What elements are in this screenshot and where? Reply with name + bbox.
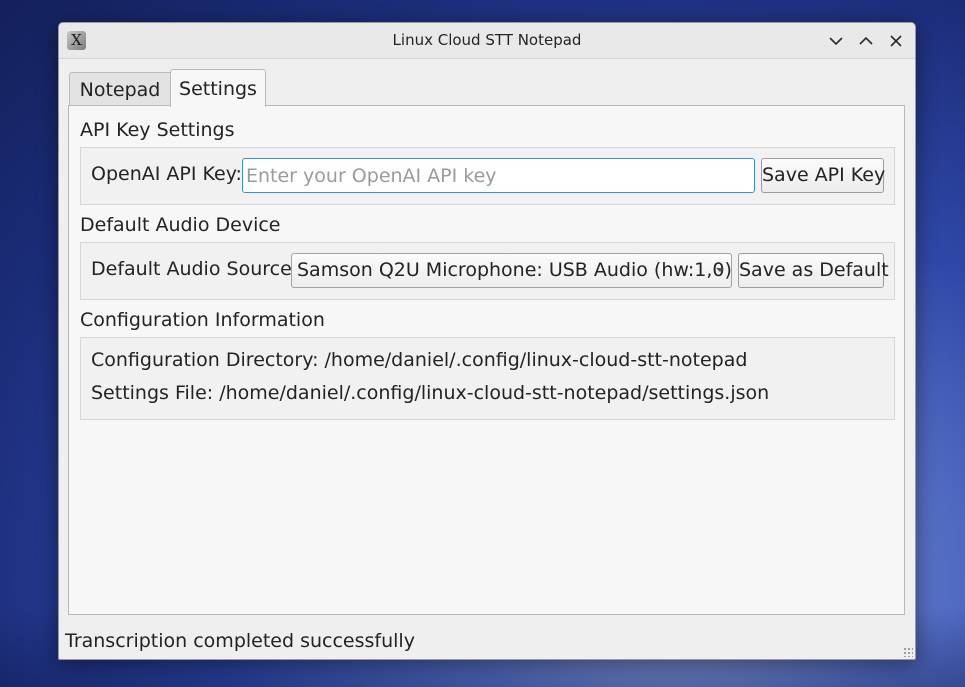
maximize-button[interactable]	[854, 29, 878, 53]
window-title: Linux Cloud STT Notepad	[392, 31, 582, 49]
chevron-up-icon	[859, 36, 873, 45]
settings-pane: API Key Settings OpenAI API Key: Save AP…	[68, 105, 905, 615]
tab-settings[interactable]: Settings	[170, 69, 266, 107]
api-key-label: OpenAI API Key:	[91, 163, 242, 185]
audio-source-value: Samson Q2U Microphone: USB Audio (hw:1,0…	[297, 259, 732, 281]
status-message: Transcription completed successfully	[65, 630, 415, 652]
tab-notepad[interactable]: Notepad	[69, 72, 171, 106]
chevron-down-icon	[829, 37, 843, 46]
settings-file-text: Settings File: /home/daniel/.config/linu…	[91, 382, 770, 404]
minimize-button[interactable]	[824, 29, 848, 53]
audio-source-label: Default Audio Source:	[91, 258, 299, 280]
status-bar: Transcription completed successfully	[59, 623, 915, 659]
audio-source-select[interactable]: Samson Q2U Microphone: USB Audio (hw:1,0…	[291, 253, 732, 288]
api-section-title: API Key Settings	[80, 119, 235, 141]
app-icon: X	[67, 31, 86, 50]
config-directory-text: Configuration Directory: /home/daniel/.c…	[91, 349, 748, 371]
api-key-input[interactable]	[242, 158, 755, 193]
resize-grip[interactable]	[903, 647, 913, 657]
app-window: X Linux Cloud STT Notepad Notepad Settin…	[58, 22, 916, 660]
chevron-down-icon	[716, 268, 724, 272]
audio-section-title: Default Audio Device	[80, 214, 281, 236]
api-key-group: OpenAI API Key: Save API Key	[80, 147, 895, 205]
close-button[interactable]	[884, 29, 908, 53]
save-api-key-button[interactable]: Save API Key	[761, 158, 885, 193]
audio-device-group: Default Audio Source: Samson Q2U Microph…	[80, 242, 895, 300]
close-icon	[890, 35, 902, 47]
title-bar[interactable]: X Linux Cloud STT Notepad	[59, 23, 915, 59]
config-info-group: Configuration Directory: /home/daniel/.c…	[80, 337, 895, 420]
save-default-button[interactable]: Save as Default	[738, 253, 889, 288]
config-section-title: Configuration Information	[80, 309, 325, 331]
